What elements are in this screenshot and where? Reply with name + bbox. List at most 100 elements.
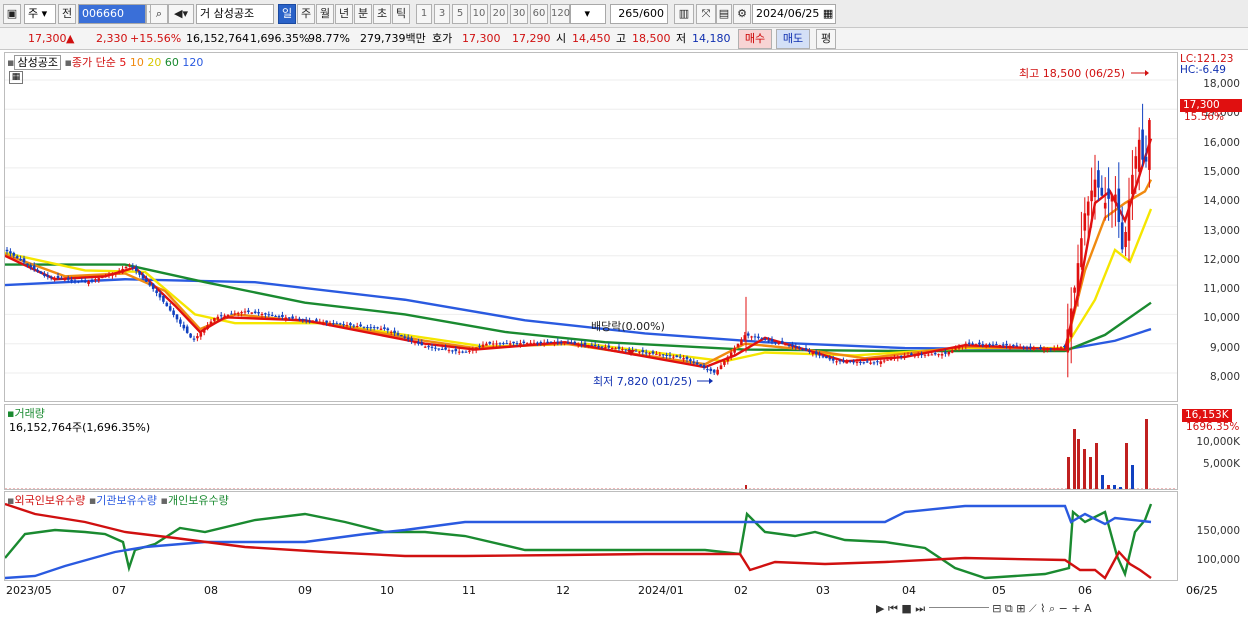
candle-body bbox=[100, 277, 104, 279]
holding-chart-pane[interactable]: ▪외국인보유수량 ▪기관보유수량 ▪개인보유수량 bbox=[4, 491, 1178, 581]
window-icon[interactable]: ▣ bbox=[3, 4, 21, 24]
candle-body bbox=[19, 258, 22, 261]
trend-icon[interactable]: ⌇ bbox=[1040, 602, 1045, 615]
speaker-icon[interactable]: ◀▾ bbox=[168, 4, 194, 24]
candle-body bbox=[525, 342, 529, 344]
candle-body bbox=[243, 311, 247, 313]
pct-tag: 15.56% bbox=[1184, 111, 1225, 123]
open-value: 14,450 bbox=[572, 32, 611, 45]
low-label: 저 bbox=[676, 32, 687, 45]
grid-icon[interactable]: ▦ bbox=[9, 71, 23, 84]
period-tab[interactable]: 틱 bbox=[392, 4, 410, 24]
prev-button[interactable]: 전 bbox=[58, 4, 76, 24]
candle-body bbox=[172, 310, 175, 315]
date-field[interactable]: 2024/06/25 ▦ bbox=[752, 4, 836, 24]
volume-chart-pane[interactable]: ▪거래량 16,152,764주(1,696.35%) bbox=[4, 404, 1178, 490]
x-axis-label: 07 bbox=[112, 584, 126, 597]
price-y-tick: 14,000 bbox=[1203, 195, 1240, 208]
quote-bar: 17,300 ▲ 2,330 +15.56% 16,152,764 1,696.… bbox=[0, 28, 1248, 50]
x-axis-label: 12 bbox=[556, 584, 570, 597]
scroll-right-icon[interactable]: ▶ bbox=[876, 602, 884, 615]
x-axis-label: 02 bbox=[734, 584, 748, 597]
volume-bar bbox=[1083, 449, 1086, 489]
draw-tool-icon[interactable]: ⟋ bbox=[1029, 602, 1037, 615]
period-select[interactable]: 주 ▾ bbox=[24, 4, 56, 24]
window-split-icon[interactable]: ⊞ bbox=[1016, 602, 1025, 615]
scroll-first-icon[interactable]: ⏮ bbox=[888, 602, 898, 615]
interval-button[interactable]: 5 bbox=[452, 4, 468, 24]
candle-body bbox=[247, 310, 250, 312]
stock-code-input[interactable]: 006660 bbox=[78, 4, 146, 24]
candle-body bbox=[559, 342, 563, 344]
price-chart[interactable]: 최고 18,500 (06/25) 배당락(0.00%) 최저 7,820 (01/… bbox=[5, 53, 1178, 402]
candle-body bbox=[570, 342, 573, 344]
candle-body bbox=[481, 344, 485, 347]
period-tab[interactable]: 주 bbox=[297, 4, 315, 24]
candle-body bbox=[1015, 345, 1019, 347]
volume-bar bbox=[1095, 443, 1098, 489]
low-value: 14,180 bbox=[692, 32, 731, 45]
sell-button[interactable]: 매도 bbox=[776, 29, 810, 49]
price-chart-pane[interactable]: 최고 18,500 (06/25) 배당락(0.00%) 최저 7,820 (01/… bbox=[4, 52, 1178, 402]
candle-body bbox=[179, 319, 182, 324]
candle-body bbox=[36, 269, 39, 272]
period-tab[interactable]: 일 bbox=[278, 4, 296, 24]
count-field[interactable]: 265/600 bbox=[610, 4, 668, 24]
interval-button[interactable]: 30 bbox=[510, 4, 528, 24]
candle-body bbox=[444, 347, 447, 350]
interval-button[interactable]: 120 bbox=[550, 4, 570, 24]
candle-body bbox=[508, 343, 512, 345]
candle-body bbox=[777, 342, 781, 344]
minus-icon[interactable]: − bbox=[1059, 602, 1068, 615]
legend-stock-name[interactable]: 삼성공조 bbox=[14, 55, 61, 70]
candle-body bbox=[995, 344, 998, 346]
interval-button[interactable]: 20 bbox=[490, 4, 508, 24]
interval-button[interactable]: 10 bbox=[470, 4, 488, 24]
layout-icon[interactable]: ⊟ bbox=[992, 602, 1001, 615]
toolbar: ▣ 주 ▾ 전 006660 ▾ ⌕ ◀▾ 거 삼성공조 일주월년분초틱 135… bbox=[0, 0, 1248, 28]
candle-body bbox=[797, 346, 801, 349]
x-axis-last-date: 06/25 bbox=[1186, 584, 1218, 597]
eval-button[interactable]: 평 bbox=[816, 29, 836, 49]
interval-button[interactable]: 1 bbox=[416, 4, 432, 24]
candle-body bbox=[311, 321, 315, 323]
stop-icon[interactable]: ■ bbox=[901, 602, 911, 615]
candle-body bbox=[219, 315, 223, 317]
volume-chart[interactable] bbox=[5, 405, 1178, 490]
period-tab[interactable]: 월 bbox=[316, 4, 334, 24]
stock-name-field[interactable]: 거 삼성공조 bbox=[196, 4, 274, 24]
hc-label: HC:-6.49 bbox=[1180, 64, 1226, 76]
candle-body bbox=[862, 362, 866, 364]
period-tab[interactable]: 초 bbox=[373, 4, 391, 24]
scroll-last-icon[interactable]: ⏭ bbox=[915, 602, 925, 615]
period-tab[interactable]: 분 bbox=[354, 4, 372, 24]
candle-body bbox=[97, 278, 101, 281]
zoom-slider[interactable] bbox=[928, 607, 989, 608]
candle-body bbox=[736, 343, 740, 347]
buy-button[interactable]: 매수 bbox=[738, 29, 772, 49]
save-icon[interactable]: ▤ bbox=[716, 4, 732, 24]
candle-body bbox=[417, 341, 420, 344]
period-tab[interactable]: 년 bbox=[335, 4, 353, 24]
candle-body bbox=[437, 348, 441, 350]
font-icon[interactable]: A bbox=[1084, 602, 1092, 615]
candle-body bbox=[549, 341, 553, 343]
institution-holding-line bbox=[5, 504, 1152, 580]
search-icon[interactable]: ⌕ bbox=[150, 4, 168, 24]
plus-icon[interactable]: + bbox=[1071, 602, 1080, 615]
interval-select[interactable]: ▾ bbox=[570, 4, 606, 24]
copy-icon[interactable]: ⧉ bbox=[1005, 602, 1013, 615]
candle-body bbox=[536, 342, 539, 344]
crosshair-icon[interactable]: ⤧ bbox=[696, 4, 716, 24]
interval-button[interactable]: 3 bbox=[434, 4, 450, 24]
zoom-icon[interactable]: ⌕ bbox=[1049, 602, 1055, 615]
gear-icon[interactable]: ⚙ bbox=[733, 4, 751, 24]
candle-body bbox=[658, 354, 662, 356]
candle-body bbox=[162, 295, 165, 302]
candle-body bbox=[1148, 120, 1151, 170]
interval-button[interactable]: 60 bbox=[530, 4, 548, 24]
candle-body bbox=[420, 342, 424, 346]
candle-body bbox=[12, 252, 16, 256]
candle-body bbox=[716, 369, 719, 375]
candle-icon[interactable]: ▥ bbox=[674, 4, 694, 24]
